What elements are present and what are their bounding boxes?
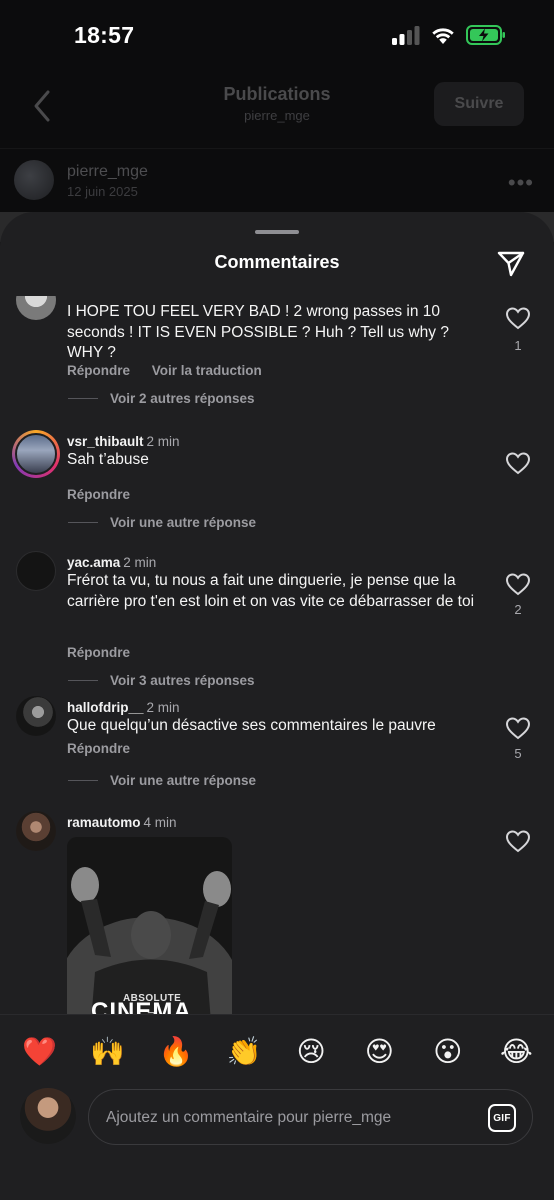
comment-text: Sah t’abuse xyxy=(67,451,149,468)
like-heart-icon[interactable] xyxy=(505,306,531,330)
replies-line xyxy=(68,780,98,781)
view-replies-label: Voir une autre réponse xyxy=(110,773,257,788)
follow-button[interactable]: Suivre xyxy=(434,82,524,126)
view-replies-label: Voir une autre réponse xyxy=(110,515,257,530)
current-user-avatar xyxy=(20,1088,76,1144)
like-heart-icon[interactable] xyxy=(505,716,531,740)
reply-button[interactable]: Répondre xyxy=(67,363,130,378)
comment-time: 4 min xyxy=(143,815,177,830)
replies-line xyxy=(68,522,98,523)
comment-time: 2 min xyxy=(123,555,157,570)
comment-avatar[interactable] xyxy=(16,296,56,320)
comment-header: ramautomo 4 min xyxy=(67,815,177,830)
sheet-title: Commentaires xyxy=(214,252,340,272)
comment-input[interactable]: Ajoutez un commentaire pour pierre_mge G… xyxy=(88,1089,533,1145)
comment-username[interactable]: ramautomo xyxy=(67,815,141,830)
avatar-image xyxy=(15,433,57,475)
view-replies-button[interactable]: Voir 2 autres réponses xyxy=(68,391,255,406)
view-replies-button[interactable]: Voir 3 autres réponses xyxy=(68,673,255,688)
view-replies-button[interactable]: Voir une autre réponse xyxy=(68,515,256,530)
comment-username[interactable]: yac.ama xyxy=(67,555,120,570)
post-author-avatar[interactable] xyxy=(14,160,54,200)
view-replies-label: Voir 2 autres réponses xyxy=(110,391,255,406)
emoji-clapping[interactable]: 👏 xyxy=(227,1036,262,1068)
view-replies-label: Voir 3 autres réponses xyxy=(110,673,255,688)
reply-button[interactable]: Répondre xyxy=(67,645,130,660)
comments-list: I HOPE TOU FEEL VERY BAD ! 2 wrong passe… xyxy=(0,296,554,1014)
reply-button[interactable]: Répondre xyxy=(67,741,130,756)
translate-button[interactable]: Voir la traduction xyxy=(152,363,262,378)
like-heart-icon[interactable] xyxy=(505,829,531,853)
comment-username[interactable]: hallofdrip__ xyxy=(67,700,144,715)
share-icon[interactable] xyxy=(496,248,526,278)
post-date: 12 juin 2025 xyxy=(67,184,138,199)
more-options-icon[interactable]: ••• xyxy=(508,170,534,196)
emoji-heart-eyes[interactable]: 😍 xyxy=(363,1036,395,1068)
comment-text: Que quelqu’un désactive ses commentaires… xyxy=(67,717,436,734)
comment-avatar[interactable] xyxy=(16,696,56,736)
like-count: 5 xyxy=(514,746,522,761)
post-author-username[interactable]: pierre_mge xyxy=(67,163,148,181)
comment-avatar[interactable] xyxy=(12,430,60,478)
comment-text: I HOPE TOU FEEL VERY BAD ! 2 wrong passe… xyxy=(67,303,449,361)
emoji-raised-hands[interactable]: 🙌 xyxy=(90,1036,125,1068)
comment-actions: Répondre xyxy=(67,487,130,502)
comment-actions: Répondre xyxy=(67,741,130,756)
emoji-surprised[interactable]: 😮 xyxy=(432,1036,464,1068)
comment-avatar[interactable] xyxy=(16,551,56,591)
view-replies-button[interactable]: Voir une autre réponse xyxy=(68,773,256,788)
emoji-laughing[interactable]: 😂 xyxy=(500,1036,533,1068)
gif-caption-big: CINEMA xyxy=(91,998,192,1014)
like-count: 2 xyxy=(514,602,522,617)
status-bar: 18:57 xyxy=(0,0,554,76)
comment-header: hallofdrip__ 2 min xyxy=(67,700,180,715)
cellular-signal-icon xyxy=(392,26,420,45)
comment-header: vsr_thibault 2 min xyxy=(67,434,180,449)
emoji-crying[interactable]: 😢 xyxy=(295,1036,327,1068)
like-heart-icon[interactable] xyxy=(505,572,531,596)
comment-username[interactable]: vsr_thibault xyxy=(67,434,144,449)
emoji-fire[interactable]: 🔥 xyxy=(159,1036,194,1068)
gif-person-image: 7 ABSOLUTE CINEMA xyxy=(67,837,232,1014)
status-time: 18:57 xyxy=(74,22,135,48)
replies-line xyxy=(68,398,98,399)
battery-charging-icon xyxy=(466,25,505,45)
comment-text: Frérot ta vu, tu nous a fait une dinguer… xyxy=(67,572,475,610)
header-divider xyxy=(0,148,554,149)
like-heart-icon[interactable] xyxy=(505,451,531,475)
comment-actions: Répondre Voir la traduction xyxy=(67,363,262,378)
wifi-icon xyxy=(432,28,454,44)
emoji-heart[interactable]: ❤️ xyxy=(22,1036,57,1068)
status-icons xyxy=(392,24,506,46)
emoji-reaction-bar: ❤️ 🙌 🔥 👏 😢 😍 😮 😂 xyxy=(0,1014,554,1090)
gif-button[interactable]: GIF xyxy=(488,1104,516,1132)
comment-avatar[interactable] xyxy=(16,811,56,851)
comment-gif[interactable]: 7 ABSOLUTE CINEMA xyxy=(67,837,232,1014)
comment-input-placeholder: Ajoutez un commentaire pour pierre_mge xyxy=(106,1109,392,1126)
comments-sheet: Commentaires I HOPE TOU FEEL VERY BAD ! … xyxy=(0,212,554,1200)
comment-header: yac.ama 2 min xyxy=(67,555,156,570)
replies-line xyxy=(68,680,98,681)
like-count: 1 xyxy=(514,338,522,353)
sheet-grabber[interactable] xyxy=(255,230,299,234)
comment-time: 2 min xyxy=(146,700,180,715)
comment-actions: Répondre xyxy=(67,645,130,660)
comment-time: 2 min xyxy=(146,434,180,449)
reply-button[interactable]: Répondre xyxy=(67,487,130,502)
